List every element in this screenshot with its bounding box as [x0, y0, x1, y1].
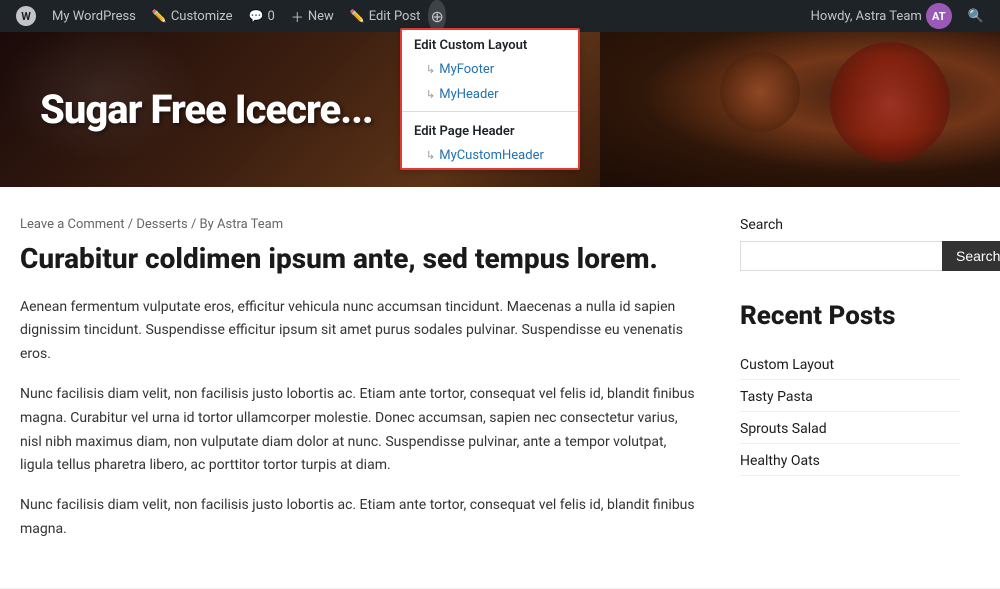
recent-post-link[interactable]: Tasty Pasta [740, 389, 813, 405]
arrow-icon-3: ↳ [426, 149, 435, 162]
my-footer-item[interactable]: ↳ MyFooter [402, 57, 578, 82]
comments-button[interactable]: 💬 0 [241, 0, 283, 32]
search-admin-icon: 🔍 [968, 9, 984, 24]
custom-layout-dropdown: Edit Custom Layout ↳ MyFooter ↳ MyHeader… [400, 28, 580, 170]
search-button[interactable]: Search [942, 241, 1000, 271]
customize-icon: ✏️ [152, 9, 167, 23]
dropdown-divider [402, 111, 578, 112]
comments-count: 0 [267, 9, 274, 24]
recent-posts-title: Recent Posts [740, 301, 960, 332]
edit-icon: ✏️ [350, 9, 365, 23]
list-item: Sprouts Salad [740, 412, 960, 444]
edit-custom-layout-item[interactable]: Edit Custom Layout [402, 30, 578, 57]
search-input[interactable] [740, 241, 942, 271]
admin-bar: W My WordPress ✏️ Customize 💬 0 ＋ New ✏️… [0, 0, 1000, 32]
new-button[interactable]: ＋ New [283, 0, 342, 32]
new-label: New [308, 9, 334, 24]
howdy-button[interactable]: Howdy, Astra Team AT [803, 3, 960, 29]
my-footer-label: MyFooter [439, 62, 494, 77]
recent-posts-widget: Recent Posts Custom Layout Tasty Pasta Spr… [740, 301, 960, 476]
recent-posts-list: Custom Layout Tasty Pasta Sprouts Salad Hea… [740, 348, 960, 476]
post-paragraph-1: Aenean fermentum vulputate eros, efficit… [20, 296, 700, 367]
plus-icon: ＋ [291, 7, 304, 26]
wp-logo-icon: W [16, 6, 36, 26]
site-name-button[interactable]: My WordPress [44, 0, 144, 32]
my-custom-header-item[interactable]: ↳ MyCustomHeader [402, 143, 578, 168]
site-body: Leave a Comment / Desserts / By Astra Te… [0, 187, 1000, 588]
sidebar: Search Search Recent Posts Custom Layout… [740, 217, 960, 558]
custom-layout-icon: ⊕ [430, 7, 443, 26]
avatar: AT [926, 3, 952, 29]
customize-button[interactable]: ✏️ Customize [144, 0, 241, 32]
edit-post-label: Edit Post [369, 9, 421, 24]
arrow-icon-2: ↳ [426, 88, 435, 101]
wp-logo-button[interactable]: W [8, 0, 44, 32]
post-paragraph-3: Nunc facilisis diam velit, non facilisis… [20, 494, 700, 542]
search-admin-button[interactable]: 🔍 [960, 9, 992, 24]
content-wrapper: Leave a Comment / Desserts / By Astra Te… [0, 187, 1000, 588]
list-item: Healthy Oats [740, 444, 960, 476]
arrow-icon: ↳ [426, 63, 435, 76]
post-meta-text: Leave a Comment / Desserts / By Astra Te… [20, 217, 283, 232]
post-meta: Leave a Comment / Desserts / By Astra Te… [20, 217, 700, 232]
comments-icon: 💬 [249, 9, 264, 23]
search-widget-label: Search [740, 217, 960, 233]
howdy-label: Howdy, Astra Team [811, 9, 922, 24]
edit-page-header-item[interactable]: Edit Page Header [402, 116, 578, 143]
main-content: Leave a Comment / Desserts / By Astra Te… [20, 217, 700, 558]
hero-food-element-2 [720, 52, 800, 132]
search-widget: Search Search [740, 217, 960, 271]
post-paragraph-2: Nunc facilisis diam velit, non facilisis… [20, 383, 700, 478]
post-title: Curabitur coldimen ipsum ante, sed tempu… [20, 242, 700, 276]
my-header-item[interactable]: ↳ MyHeader [402, 82, 578, 107]
admin-bar-right: Howdy, Astra Team AT 🔍 [803, 3, 992, 29]
search-row: Search [740, 241, 960, 271]
list-item: Custom Layout [740, 348, 960, 380]
recent-post-link[interactable]: Sprouts Salad [740, 421, 827, 437]
list-item: Tasty Pasta [740, 380, 960, 412]
hero-food-element-1 [830, 42, 950, 162]
customize-label: Customize [171, 9, 233, 24]
post-body: Aenean fermentum vulputate eros, efficit… [20, 296, 700, 542]
my-custom-header-label: MyCustomHeader [439, 148, 544, 163]
recent-post-link[interactable]: Custom Layout [740, 357, 834, 373]
site-name-label: My WordPress [52, 9, 136, 24]
recent-post-link[interactable]: Healthy Oats [740, 453, 820, 469]
decorative-blob-1 [0, 32, 200, 162]
my-header-label: MyHeader [439, 87, 498, 102]
